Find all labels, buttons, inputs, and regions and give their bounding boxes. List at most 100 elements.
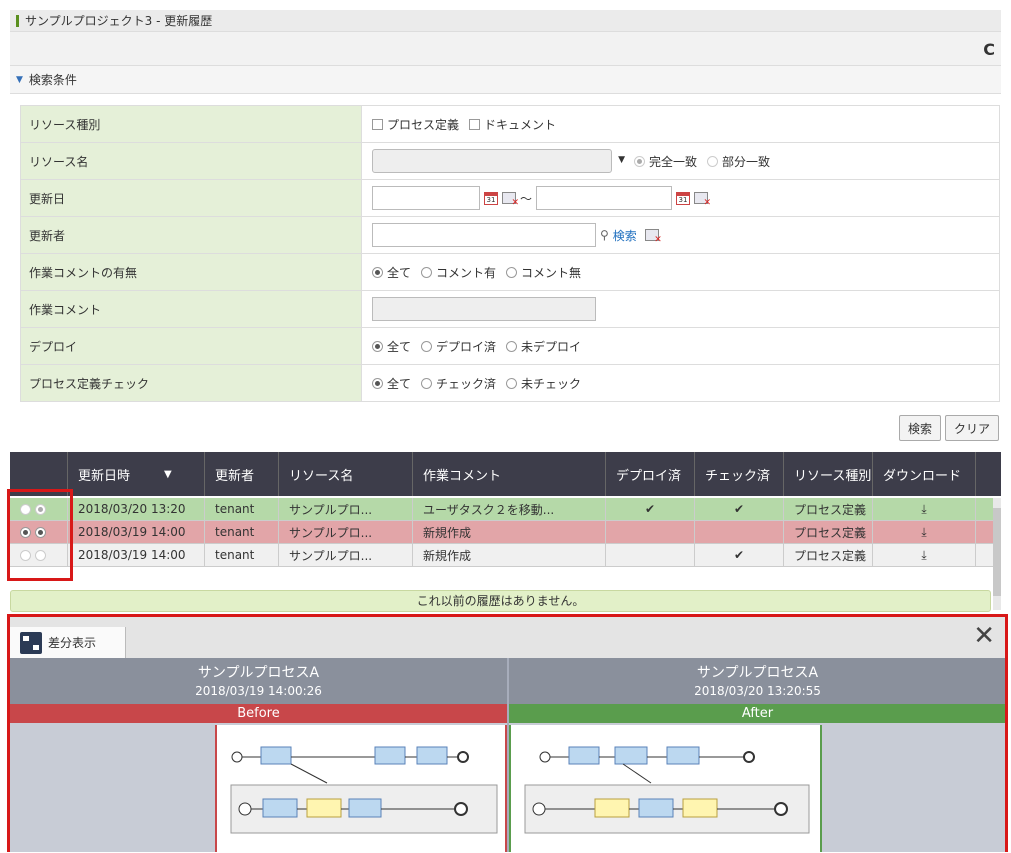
comment-yes-radio[interactable] <box>421 266 433 278</box>
document-checkbox[interactable] <box>469 118 481 130</box>
label-updater: 更新者 <box>21 217 362 253</box>
form-buttons: 検索 クリア <box>898 415 999 441</box>
cell-resource: サンプルプロ... <box>279 498 413 520</box>
clear-date-from-icon[interactable] <box>502 192 519 208</box>
deploy-all-label: 全て <box>387 339 412 354</box>
check-circle-icon: ✔ <box>695 544 784 566</box>
col-type[interactable]: リソース種別 <box>784 452 873 496</box>
label-deploy: デプロイ <box>21 328 362 364</box>
cell-datetime: 2018/03/20 13:20 <box>68 498 205 520</box>
cell-deployed <box>606 544 695 566</box>
resource-name-combobox[interactable]: ▼ <box>372 149 625 173</box>
search-conditions-header[interactable]: ▼ 検索条件 <box>10 66 1001 94</box>
chevron-down-icon[interactable]: ▼ <box>618 155 625 165</box>
cell-deployed <box>606 521 695 543</box>
row-check: プロセス定義チェック 全て チェック済 未チェック <box>21 365 999 402</box>
process-def-checkbox[interactable] <box>372 118 383 130</box>
cell-user: tenant <box>205 521 279 543</box>
exact-match-label: 完全一致 <box>649 154 698 169</box>
grid-header: 更新日時 ▼ 更新者 リソース名 作業コメント デプロイ済 チェック済 リソース種… <box>10 452 1001 496</box>
cell-resource: サンプルプロ... <box>279 544 413 566</box>
title-accent <box>16 14 19 27</box>
undeployed-radio[interactable] <box>506 340 518 352</box>
comment-no-radio[interactable] <box>506 266 518 278</box>
download-icon[interactable]: ⤓ <box>873 498 976 520</box>
sort-desc-icon[interactable]: ▼ <box>164 469 172 480</box>
updater-search-link[interactable]: 検索 <box>613 227 637 244</box>
unchecked-radio[interactable] <box>506 377 518 389</box>
cell-type: プロセス定義 <box>784 521 873 543</box>
date-range-tilde: ～ <box>520 191 533 206</box>
date-to-input[interactable] <box>536 186 673 210</box>
date-from-input[interactable] <box>372 186 480 210</box>
undeployed-label: 未デプロイ <box>521 339 582 354</box>
partial-match-radio[interactable] <box>707 155 719 167</box>
grid-scrollbar[interactable] <box>993 498 1001 610</box>
updater-input[interactable] <box>372 223 596 247</box>
window-title: サンプルプロジェクト3 - 更新履歴 <box>25 14 213 28</box>
row-resource-name: リソース名 ▼ 完全一致 部分一致 <box>21 143 999 180</box>
label-update-date: 更新日 <box>21 180 362 216</box>
table-row[interactable]: 2018/03/19 14:00 tenant サンプルプロ... 新規作成 プ… <box>10 521 1001 544</box>
history-grid: 更新日時 ▼ 更新者 リソース名 作業コメント デプロイ済 チェック済 リソース種… <box>10 452 1001 567</box>
label-comment: 作業コメント <box>21 291 362 327</box>
checked-radio[interactable] <box>421 377 433 389</box>
col-user[interactable]: 更新者 <box>205 452 279 496</box>
clear-date-to-icon[interactable] <box>694 192 711 208</box>
row-updater: 更新者 ⚲ 検索 <box>21 217 999 254</box>
row-comment: 作業コメント <box>21 291 999 328</box>
label-comment-presence: 作業コメントの有無 <box>21 254 362 290</box>
row-update-date: 更新日 31 ～ 31 <box>21 180 999 217</box>
cell-datetime: 2018/03/19 14:00 <box>68 521 205 543</box>
row-deploy: デプロイ 全て デプロイ済 未デプロイ <box>21 328 999 365</box>
label-check: プロセス定義チェック <box>21 365 362 401</box>
partial-match-label: 部分一致 <box>722 154 771 169</box>
calendar-icon[interactable]: 31 <box>676 191 691 205</box>
search-form: リソース種別 プロセス定義 ドキュメント リソース名 ▼ 完全一致 部分一致 更… <box>20 105 1000 402</box>
check-circle-icon: ✔ <box>606 498 695 520</box>
row-resource-type: リソース種別 プロセス定義 ドキュメント <box>21 106 999 143</box>
deployed-radio[interactable] <box>421 340 433 352</box>
collapse-triangle-icon[interactable]: ▼ <box>16 75 23 85</box>
no-more-history: これ以前の履歴はありません。 <box>10 590 991 612</box>
label-resource-type: リソース種別 <box>21 106 362 142</box>
scrollbar-thumb[interactable] <box>993 508 1001 596</box>
section-title: 検索条件 <box>28 73 77 87</box>
comment-all-radio[interactable] <box>372 266 383 278</box>
cell-type: プロセス定義 <box>784 498 873 520</box>
comment-all-label: 全て <box>387 265 412 280</box>
checked-label: チェック済 <box>436 376 497 391</box>
deploy-all-radio[interactable] <box>372 340 383 352</box>
process-def-label: プロセス定義 <box>387 117 460 132</box>
comment-no-label: コメント無 <box>521 265 582 280</box>
search-button[interactable]: 検索 <box>898 415 941 441</box>
col-deployed[interactable]: デプロイ済 <box>606 452 695 496</box>
search-icon[interactable]: ⚲ <box>600 228 609 242</box>
check-all-radio[interactable] <box>372 377 383 389</box>
clear-button[interactable]: クリア <box>944 415 999 441</box>
cell-resource: サンプルプロ... <box>279 521 413 543</box>
cell-checked <box>695 521 784 543</box>
clear-updater-icon[interactable] <box>644 229 662 245</box>
col-datetime[interactable]: 更新日時 ▼ <box>68 452 205 496</box>
cell-user: tenant <box>205 544 279 566</box>
col-checked[interactable]: チェック済 <box>695 452 784 496</box>
col-download[interactable]: ダウンロード <box>873 452 976 496</box>
download-icon[interactable]: ⤓ <box>873 544 976 566</box>
window-titlebar: サンプルプロジェクト3 - 更新履歴 <box>10 10 1001 32</box>
cell-type: プロセス定義 <box>784 544 873 566</box>
cell-comment: 新規作成 <box>413 544 606 566</box>
cell-comment: ユーザタスク２を移動... <box>413 498 606 520</box>
row-comment-presence: 作業コメントの有無 全て コメント有 コメント無 <box>21 254 999 291</box>
selection-highlight-radios <box>7 489 73 581</box>
refresh-icon[interactable]: C <box>983 40 995 59</box>
table-row[interactable]: 2018/03/20 13:20 tenant サンプルプロ... ユーザタスク… <box>10 498 1001 521</box>
table-row[interactable]: 2018/03/19 14:00 tenant サンプルプロ... 新規作成 ✔… <box>10 544 1001 567</box>
exact-match-radio[interactable] <box>634 155 645 167</box>
comment-yes-label: コメント有 <box>436 265 497 280</box>
comment-input[interactable] <box>372 297 596 321</box>
col-resource[interactable]: リソース名 <box>279 452 413 496</box>
col-comment[interactable]: 作業コメント <box>413 452 606 496</box>
calendar-icon[interactable]: 31 <box>484 191 498 205</box>
download-icon[interactable]: ⤓ <box>873 521 976 543</box>
